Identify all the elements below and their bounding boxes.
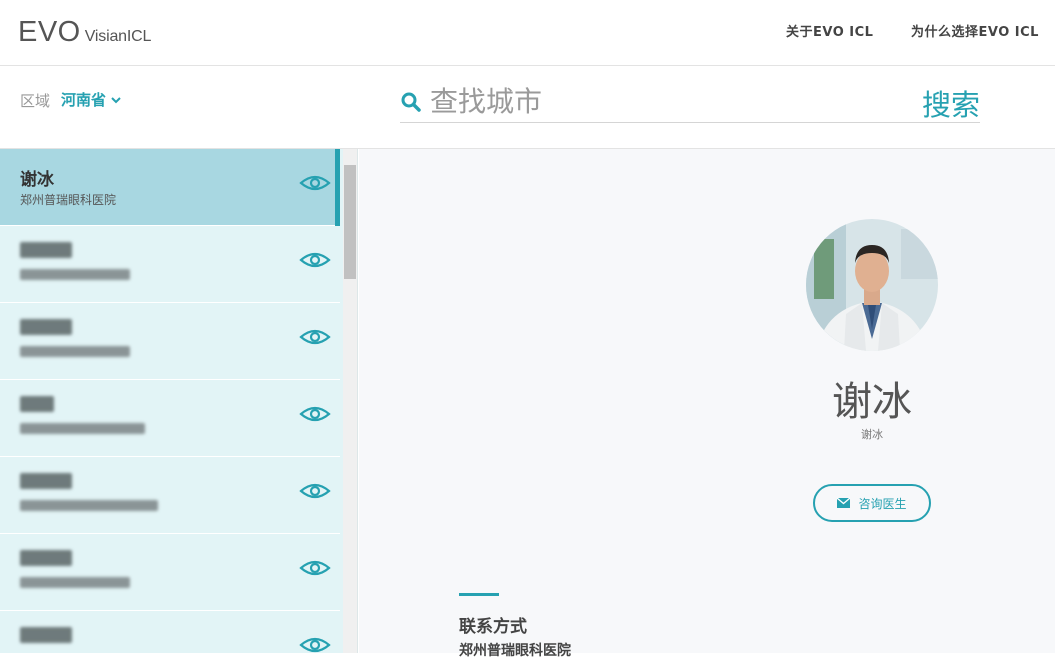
doctor-list-item[interactable] — [0, 457, 340, 534]
eye-icon[interactable] — [299, 558, 331, 578]
scrollbar-thumb[interactable] — [344, 165, 356, 279]
doctor-list-item[interactable] — [0, 534, 340, 611]
search-button[interactable]: 搜索 — [922, 82, 980, 124]
doctor-list[interactable]: 谢冰 郑州普瑞眼科医院 — [0, 149, 358, 653]
doctor-hospital: 郑州普瑞眼科医院 — [20, 193, 117, 207]
evo-visian-icl-logo[interactable]: EVO VisianICL — [18, 17, 151, 52]
eye-icon[interactable] — [299, 173, 331, 193]
eye-icon[interactable] — [299, 327, 331, 347]
consult-doctor-button[interactable]: 咨询医生 — [813, 484, 931, 522]
region-value: 河南省 — [61, 91, 107, 109]
eye-icon[interactable] — [299, 250, 331, 270]
logo-evo-text: EVO — [18, 16, 81, 48]
doctor-name: 谢冰 — [20, 170, 54, 190]
doctor-avatar — [806, 219, 938, 351]
consult-button-label: 咨询医生 — [858, 496, 907, 511]
filter-bar: 区域 河南省 搜索 — [0, 66, 1055, 149]
section-divider — [459, 593, 499, 596]
eye-icon[interactable] — [299, 635, 331, 653]
logo-visian-text: VisianICL — [84, 28, 152, 45]
city-search-box: 搜索 — [400, 80, 980, 123]
region-label: 区域 — [20, 92, 51, 110]
eye-icon[interactable] — [299, 404, 331, 424]
search-icon — [401, 92, 421, 112]
eye-icon[interactable] — [299, 481, 331, 501]
doctor-list-item[interactable]: 谢冰 郑州普瑞眼科医院 — [0, 149, 340, 226]
doctor-list-item[interactable] — [0, 611, 340, 653]
doctor-list-item[interactable] — [0, 380, 340, 457]
doctor-list-item[interactable] — [0, 303, 340, 380]
region-dropdown[interactable]: 河南省 — [61, 89, 122, 110]
city-search-input[interactable] — [430, 82, 900, 120]
nav-why-choose-evo-icl[interactable]: 为什么选择EVO ICL — [911, 21, 1039, 40]
doctor-detail-panel: 谢冰 谢冰 咨询医生 联系方式 郑州普瑞眼科医院 — [359, 149, 1055, 659]
doctor-list-item[interactable] — [0, 226, 340, 303]
doctor-name-subtitle: 谢冰 — [861, 428, 883, 441]
contact-hospital: 郑州普瑞眼科医院 — [459, 643, 571, 659]
chevron-down-icon — [111, 96, 121, 103]
nav-about-evo-icl[interactable]: 关于EVO ICL — [786, 21, 873, 40]
doctor-name-title: 谢冰 — [832, 379, 912, 425]
top-header: EVO VisianICL 关于EVO ICL 为什么选择EVO ICL — [0, 0, 1055, 66]
contact-section-title: 联系方式 — [459, 617, 527, 637]
list-scrollbar[interactable] — [343, 149, 357, 653]
mail-icon — [837, 498, 851, 508]
active-indicator — [335, 149, 340, 226]
